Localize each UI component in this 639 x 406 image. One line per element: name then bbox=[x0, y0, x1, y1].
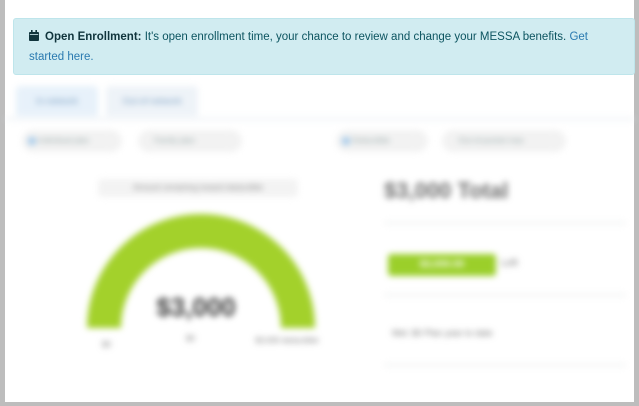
toggle-deductible[interactable]: Deductible bbox=[336, 130, 428, 152]
frame-top bbox=[5, 0, 634, 6]
gauge-max-label: $3,000 deductible bbox=[255, 336, 319, 345]
toggle-oop-max[interactable]: Out-of-pocket max bbox=[442, 130, 566, 152]
benefits-panel: In-network Out-of-network Individual pla… bbox=[6, 82, 634, 400]
open-enrollment-alert: Open Enrollment: It's open enrollment ti… bbox=[13, 18, 635, 75]
alert-title: Open Enrollment: bbox=[45, 31, 142, 43]
tabs-divider bbox=[6, 118, 634, 120]
toggle-deductible-label: Deductible bbox=[352, 136, 390, 145]
summary-divider-2 bbox=[384, 294, 626, 296]
toggle-oop-max-label: Out-of-pocket max bbox=[458, 136, 524, 145]
summary-divider-3 bbox=[384, 364, 626, 366]
toggle-family-label: Family plan bbox=[154, 136, 195, 145]
summary-note: Met: $0 Plan year to date bbox=[392, 328, 493, 338]
gauge-min-label: $0 bbox=[102, 340, 111, 349]
summary-title: $3,000 Total bbox=[384, 178, 509, 203]
window-frame-left bbox=[0, 0, 5, 406]
gauge-mid-label: $0 bbox=[186, 334, 195, 343]
gauge-value: $3,000 bbox=[156, 292, 236, 322]
alert-message: It's open enrollment time, your chance t… bbox=[144, 31, 567, 43]
tab-out-of-network[interactable]: Out-of-network bbox=[106, 86, 198, 116]
calendar-icon bbox=[29, 29, 39, 48]
toggle-family[interactable]: Family plan bbox=[138, 130, 242, 152]
remaining-suffix: Left bbox=[501, 258, 518, 269]
radio-icon bbox=[28, 137, 36, 145]
window-frame-bottom bbox=[5, 402, 634, 406]
tab-in-network[interactable]: In-network bbox=[16, 86, 98, 116]
toggle-individual-label: Individual plan bbox=[38, 136, 90, 145]
radio-icon bbox=[342, 137, 350, 145]
summary-divider bbox=[384, 222, 626, 224]
gauge-title: Amount remaining toward deductible bbox=[98, 179, 298, 197]
remaining-badge: $3,000.00 bbox=[388, 254, 496, 276]
toggle-individual[interactable]: Individual plan bbox=[22, 130, 122, 152]
